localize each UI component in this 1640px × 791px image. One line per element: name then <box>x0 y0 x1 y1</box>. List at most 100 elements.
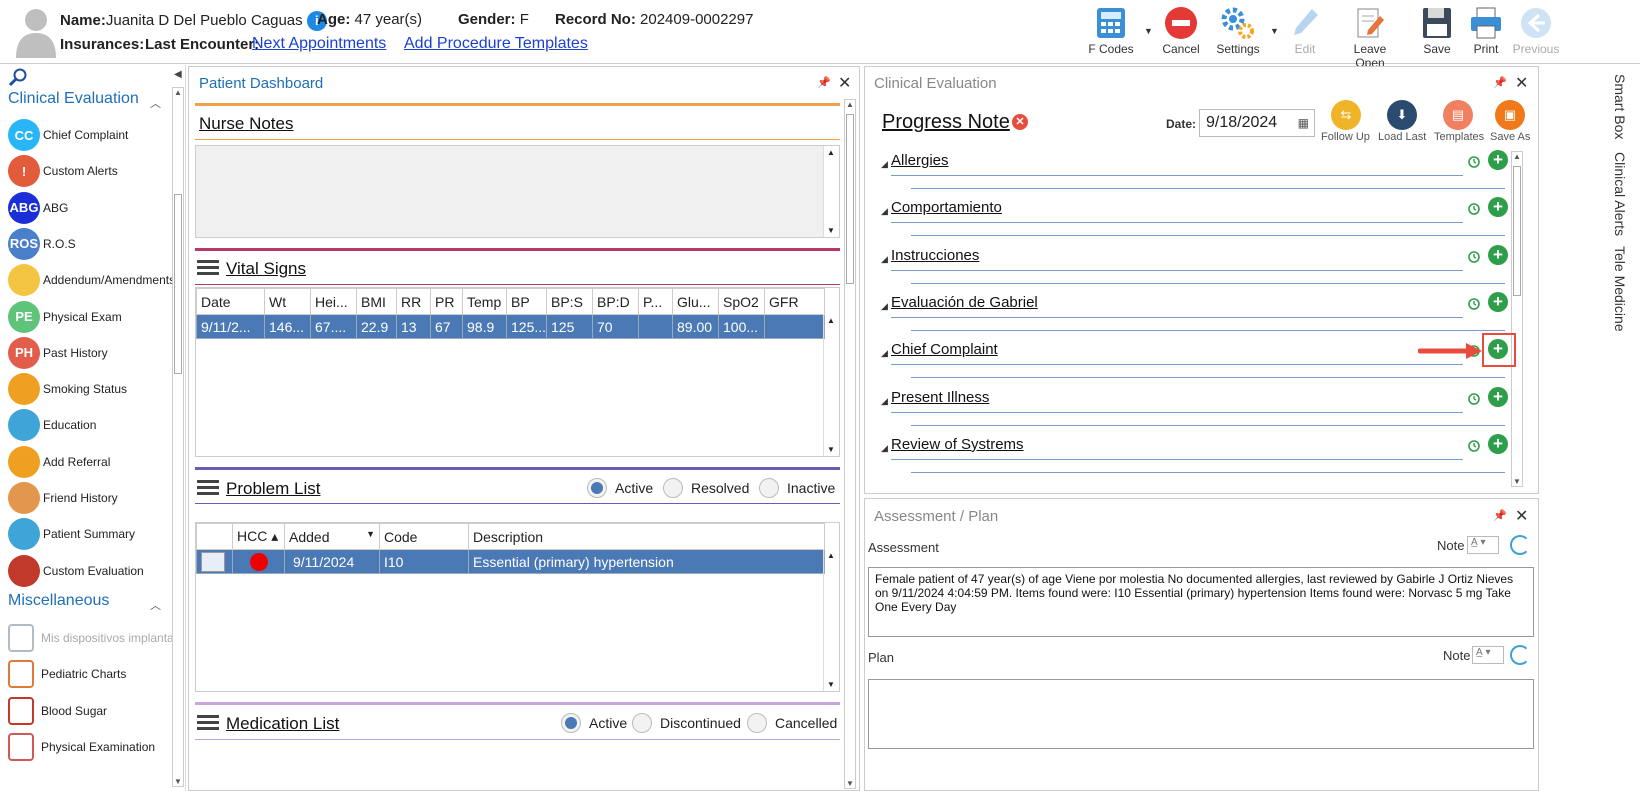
sidebar-item-physical-exam[interactable]: PE Physical Exam <box>8 300 122 334</box>
sidebar-item-physical-examination[interactable]: Physical Examination <box>8 730 155 764</box>
sidebar-item-custom-evaluation[interactable]: Custom Evaluation <box>8 554 144 588</box>
section-title[interactable]: Evaluación de Gabriel <box>891 294 1038 311</box>
tele-medicine-tab[interactable]: Tele Medicine <box>1612 246 1628 332</box>
problem-resolved-radio[interactable]: Resolved <box>663 478 749 498</box>
sidebar-scrollbar[interactable]: ▲ ▼ <box>172 87 184 787</box>
column-header[interactable]: Hei... <box>310 288 357 315</box>
refresh-icon[interactable] <box>1510 645 1530 665</box>
column-header-added[interactable]: Added ▼ <box>284 523 380 550</box>
section-title[interactable]: Allergies <box>891 152 949 169</box>
sidebar-item-chief-complaint[interactable]: CC Chief Complaint <box>8 118 128 152</box>
pin-icon[interactable]: 📌 <box>817 76 831 89</box>
column-header-code[interactable]: Code <box>379 523 469 550</box>
expand-triangle-icon[interactable]: ◢ <box>881 443 888 454</box>
column-header[interactable]: BP <box>506 288 547 315</box>
alarm-clock-icon[interactable] <box>1467 296 1481 310</box>
clinical-alerts-tab[interactable]: Clinical Alerts <box>1612 152 1628 236</box>
date-field[interactable]: 9/18/2024 ▦ <box>1199 109 1315 137</box>
chevron-up-icon[interactable]: ︿ <box>150 95 161 111</box>
sidebar-item-blood-sugar[interactable]: Blood Sugar <box>8 694 107 728</box>
add-section-button[interactable]: + <box>1488 150 1508 170</box>
column-header[interactable]: Glu... <box>672 288 719 315</box>
sidebar-item-custom-alerts[interactable]: ! Custom Alerts <box>8 154 118 188</box>
sidebar-item-r-o-s[interactable]: ROS R.O.S <box>8 227 76 261</box>
sidebar-item-education[interactable]: Education <box>8 408 96 442</box>
pin-icon[interactable]: 📌 <box>1493 76 1507 89</box>
calendar-icon[interactable]: ▦ <box>1298 116 1309 130</box>
save-as-icon[interactable]: ▣ <box>1495 100 1525 130</box>
section-title[interactable]: Present Illness <box>891 389 989 406</box>
sidebar-item-smoking-status[interactable]: Smoking Status <box>8 372 127 406</box>
leave-open-button[interactable]: Leave Open <box>1338 4 1402 70</box>
column-header[interactable]: Temp <box>462 288 507 315</box>
sidebar-item-add-referral[interactable]: Add Referral <box>8 445 110 479</box>
next-appointments-link[interactable]: Next Appointments <box>252 35 386 53</box>
previous-button[interactable]: Previous <box>1510 4 1562 56</box>
miscellaneous-section-title[interactable]: Miscellaneous <box>8 592 109 610</box>
sidebar-item-addendum-amendments[interactable]: Addendum/Amendments <box>8 263 175 297</box>
table-row[interactable]: 9/11/2024 I10 Essential (primary) hypert… <box>196 549 825 574</box>
menu-icon[interactable] <box>197 715 219 731</box>
search-icon[interactable] <box>8 67 28 87</box>
sidebar-item-abg[interactable]: ABG ABG <box>8 191 68 225</box>
sidebar-item-past-history[interactable]: PH Past History <box>8 336 108 370</box>
alarm-clock-icon[interactable] <box>1467 154 1481 168</box>
sidebar-item-friend-history[interactable]: Friend History <box>8 481 118 515</box>
note-format-dropdown[interactable]: A̲ ▾ <box>1467 536 1499 554</box>
column-header[interactable]: BP:S <box>546 288 593 315</box>
settings-dropdown-icon[interactable]: ▼ <box>1270 26 1279 36</box>
dashboard-scrollbar[interactable]: ▲ ▼ <box>844 99 856 789</box>
column-header[interactable]: Date <box>196 288 265 315</box>
expand-triangle-icon[interactable]: ◢ <box>881 301 888 312</box>
column-header[interactable]: RR <box>396 288 431 315</box>
column-header[interactable]: BP:D <box>592 288 639 315</box>
templates-icon[interactable]: ▤ <box>1443 100 1473 130</box>
expand-triangle-icon[interactable]: ◢ <box>881 348 888 359</box>
medication-discontinued-radio[interactable]: Discontinued <box>632 713 741 733</box>
problem-active-radio[interactable]: Active <box>587 478 653 498</box>
print-button[interactable]: Print <box>1468 4 1504 56</box>
templates-label[interactable]: Templates <box>1434 131 1484 143</box>
cancel-button[interactable]: Cancel <box>1160 4 1202 56</box>
alarm-clock-icon[interactable] <box>1467 438 1481 452</box>
remove-note-icon[interactable]: ✕ <box>1012 114 1028 130</box>
add-section-button[interactable]: + <box>1488 244 1508 265</box>
alarm-clock-icon[interactable] <box>1467 391 1481 405</box>
note-format-dropdown[interactable]: A̲ ▾ <box>1472 646 1504 664</box>
column-header[interactable]: PR <box>430 288 463 315</box>
refresh-icon[interactable] <box>1510 535 1530 555</box>
expand-triangle-icon[interactable]: ◢ <box>881 206 888 217</box>
load-last-label[interactable]: Load Last <box>1378 131 1426 143</box>
section-title[interactable]: Instrucciones <box>891 247 979 264</box>
sidebar-item-mis-dispositivos-implanta[interactable]: Mis dispositivos implanta <box>8 621 174 655</box>
add-procedure-templates-link[interactable]: Add Procedure Templates <box>404 35 588 53</box>
column-header-description[interactable]: Description <box>468 523 825 550</box>
table-row[interactable]: 9/11/2... 146... 67.... 22.9 13 67 98.9 125... 1… <box>196 314 825 339</box>
load-last-icon[interactable]: ⬇ <box>1387 100 1417 130</box>
section-title[interactable]: Chief Complaint <box>891 341 998 358</box>
sidebar-item-patient-summary[interactable]: Patient Summary <box>8 517 135 551</box>
menu-icon[interactable] <box>197 260 219 276</box>
problem-grid[interactable]: HCC ▴ Added ▼ Code Description 9/11/2024 … <box>195 522 840 692</box>
expand-triangle-icon[interactable]: ◢ <box>881 159 888 170</box>
add-section-button[interactable]: + <box>1488 386 1508 407</box>
follow-up-icon[interactable]: ⇆ <box>1331 100 1361 130</box>
vitals-grid[interactable]: Date Wt Hei... BMI RR PR Temp BP BP:S BP:D P... Glu… <box>195 287 840 457</box>
close-icon[interactable]: ✕ <box>1515 506 1528 526</box>
edit-button[interactable]: Edit <box>1288 4 1322 56</box>
smart-box-tab[interactable]: Smart Box <box>1612 74 1628 139</box>
row-checkbox[interactable] <box>201 551 225 572</box>
save-button[interactable]: Save <box>1420 4 1454 56</box>
assessment-textarea[interactable]: Female patient of 47 year(s) of age Vien… <box>868 567 1534 637</box>
save-as-label[interactable]: Save As <box>1490 131 1530 143</box>
chevron-up-icon[interactable]: ︿ <box>150 597 161 613</box>
close-icon[interactable]: ✕ <box>1515 73 1528 93</box>
column-header[interactable]: P... <box>638 288 673 315</box>
clinical-evaluation-section-title[interactable]: Clinical Evaluation <box>8 90 139 108</box>
section-title[interactable]: Review of Systrems <box>891 436 1024 453</box>
fcodes-button[interactable]: F Codes <box>1088 4 1134 56</box>
menu-icon[interactable] <box>197 480 219 496</box>
nurse-notes-textbox[interactable]: ▲ ▼ <box>195 145 840 238</box>
close-icon[interactable]: ✕ <box>838 73 851 93</box>
add-section-button[interactable]: + <box>1488 291 1508 312</box>
